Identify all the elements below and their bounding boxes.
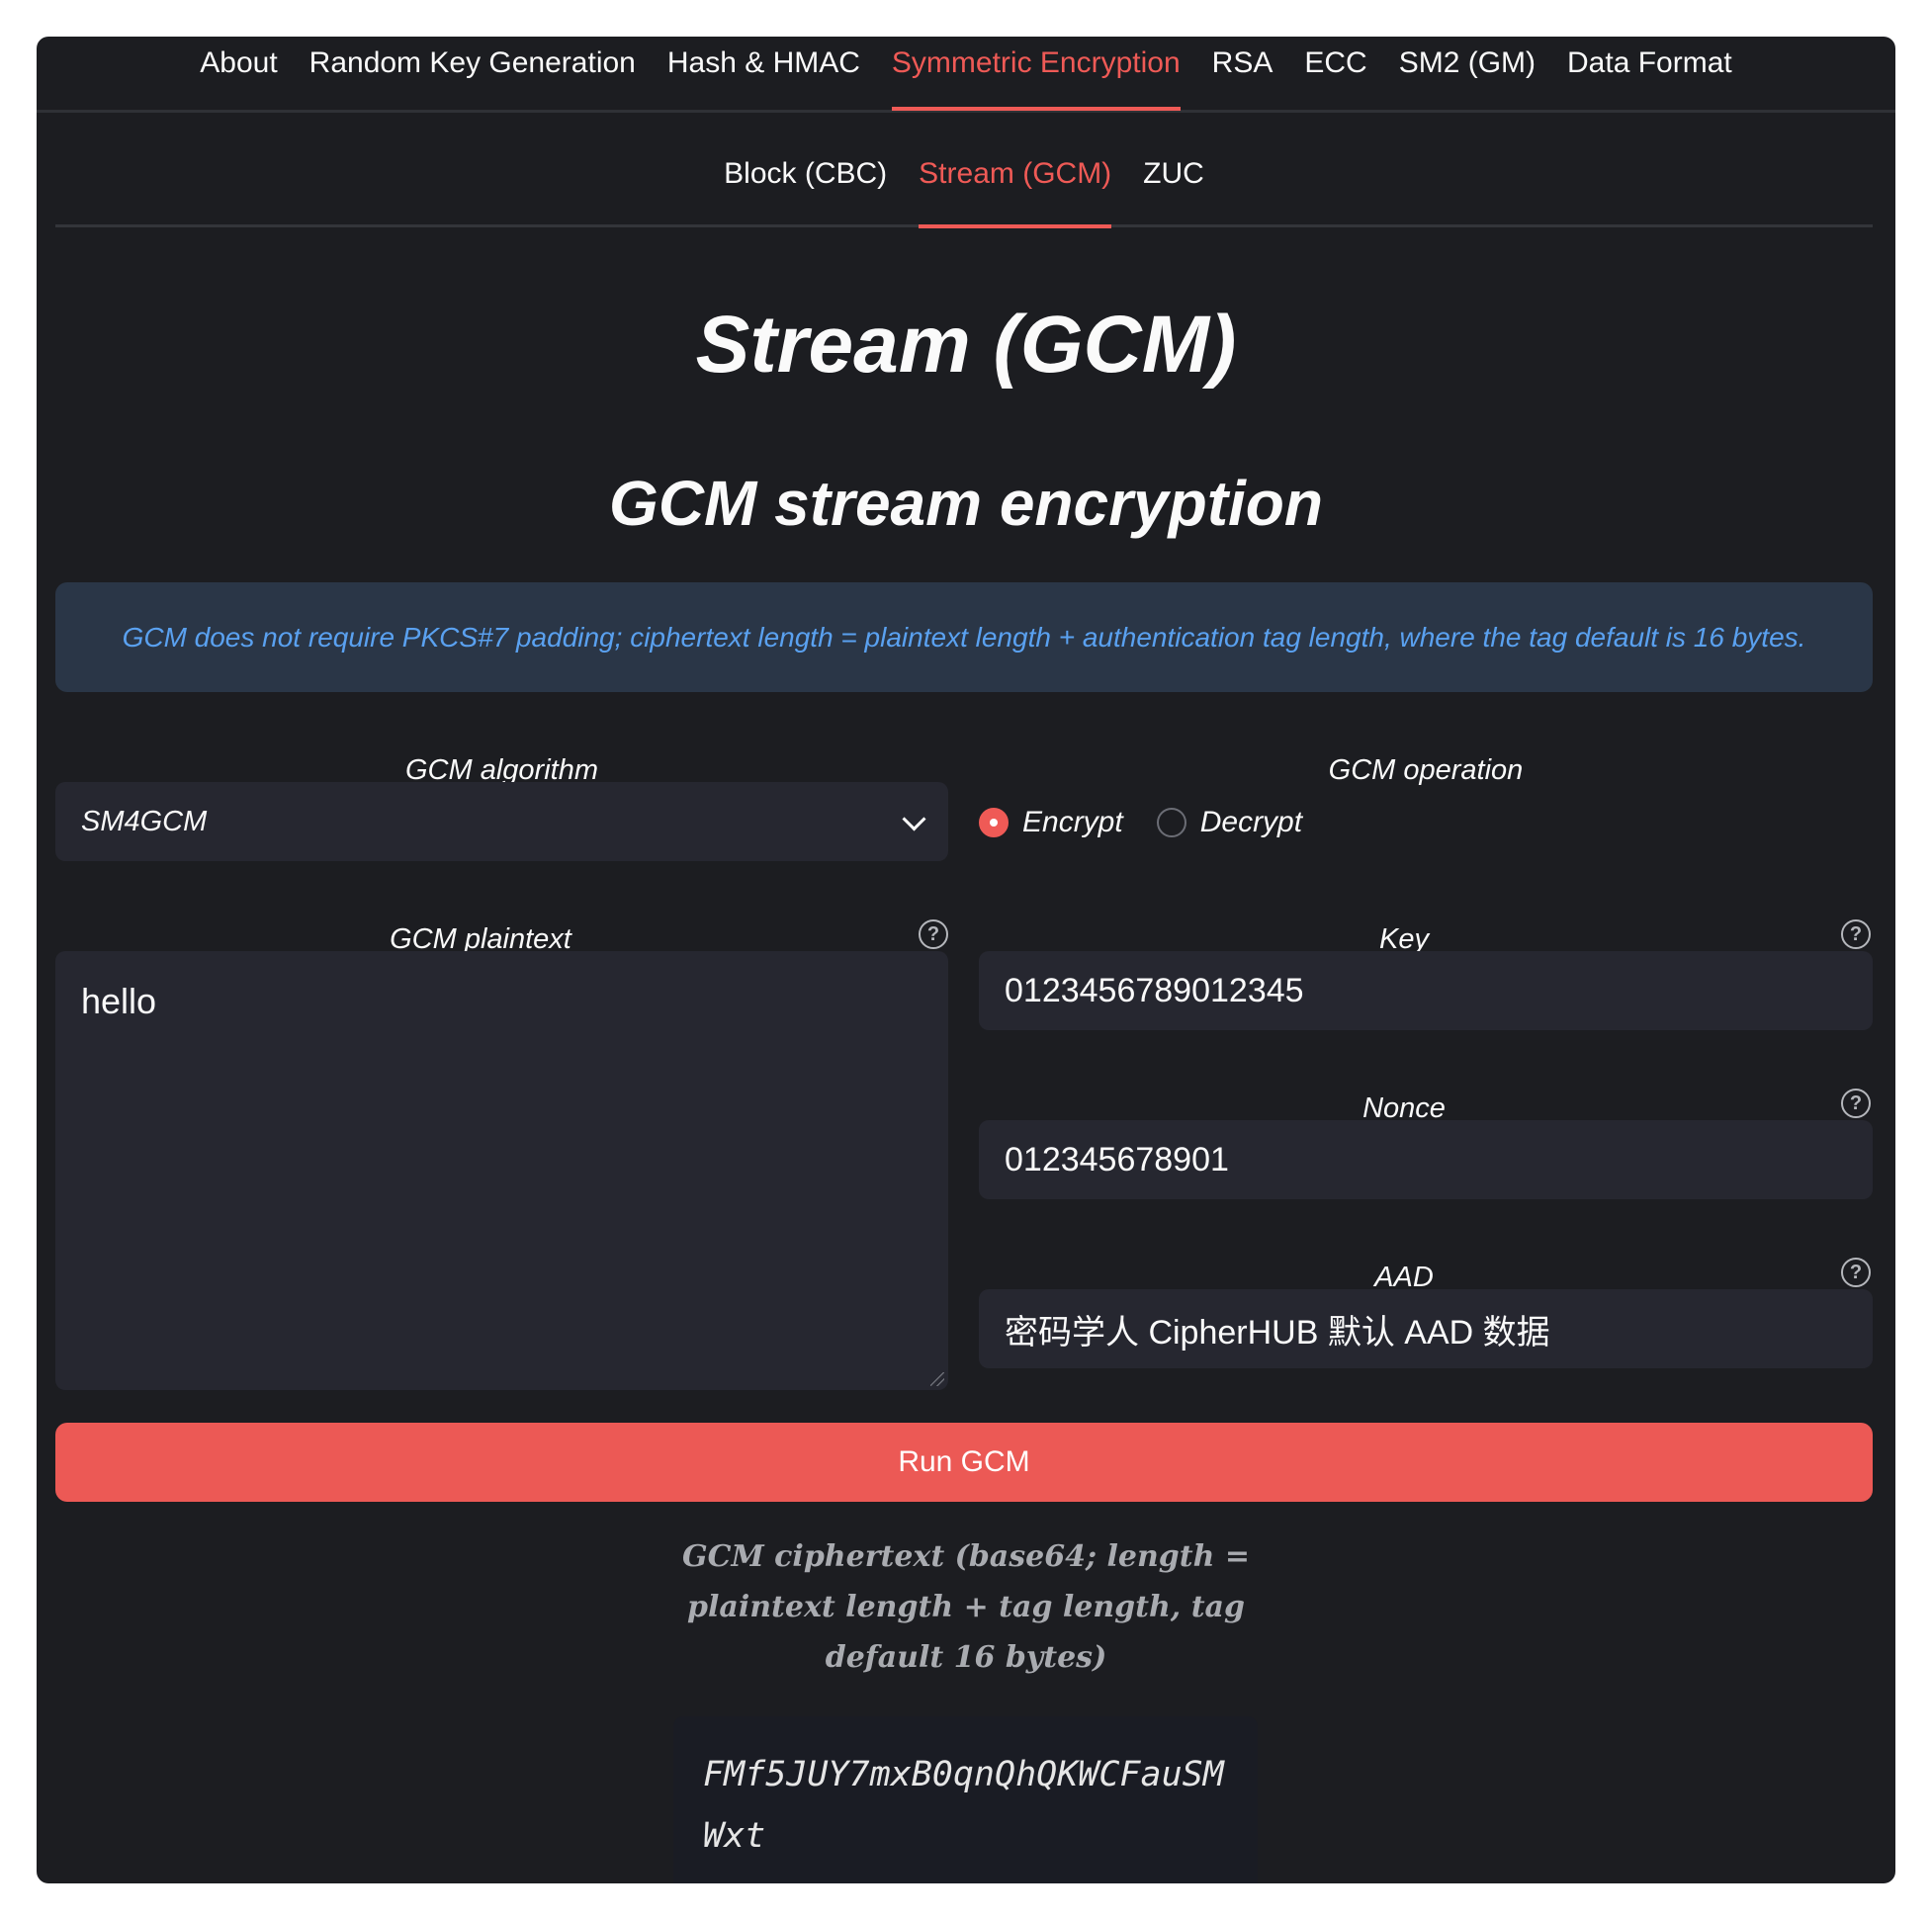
resize-handle-icon[interactable] [930, 1372, 944, 1386]
app-window: About Random Key Generation Hash & HMAC … [37, 37, 1895, 1883]
subtab-zuc[interactable]: ZUC [1143, 146, 1204, 224]
tab-ecc[interactable]: ECC [1304, 37, 1366, 97]
sub-navigation: Block (CBC) Stream (GCM) ZUC [55, 146, 1873, 228]
key-input[interactable]: 0123456789012345 [979, 951, 1873, 1030]
nonce-help-icon[interactable]: ? [1841, 1089, 1871, 1118]
algorithm-value: SM4GCM [81, 805, 208, 837]
subtab-block-cbc[interactable]: Block (CBC) [724, 146, 887, 224]
top-navigation: About Random Key Generation Hash & HMAC … [37, 37, 1895, 113]
key-help-icon[interactable]: ? [1841, 919, 1871, 949]
operation-label: GCM operation [1328, 754, 1524, 786]
plaintext-textarea[interactable]: hello [55, 951, 948, 1390]
aad-value: 密码学人 CipherHUB 默认 AAD 数据 [1005, 1313, 1550, 1352]
subtab-stream-gcm[interactable]: Stream (GCM) [919, 146, 1112, 228]
aad-help-icon[interactable]: ? [1841, 1258, 1871, 1287]
aad-input[interactable]: 密码学人 CipherHUB 默认 AAD 数据 [979, 1289, 1873, 1368]
tab-about[interactable]: About [200, 37, 277, 97]
radio-decrypt-indicator [1156, 808, 1186, 837]
section-heading: GCM stream encryption [609, 468, 1323, 539]
tab-symmetric-encryption[interactable]: Symmetric Encryption [891, 37, 1181, 111]
tab-sm2[interactable]: SM2 (GM) [1399, 37, 1536, 97]
radio-encrypt[interactable]: Encrypt [979, 806, 1123, 839]
tab-hash-hmac[interactable]: Hash & HMAC [667, 37, 860, 97]
plaintext-help-icon[interactable]: ? [919, 919, 948, 949]
info-text: GCM does not require PKCS#7 padding; cip… [122, 621, 1806, 653]
run-gcm-button[interactable]: Run GCM [55, 1423, 1873, 1502]
radio-decrypt-label: Decrypt [1199, 806, 1303, 838]
ciphertext-label: GCM ciphertext (base64; length = plainte… [682, 1539, 1250, 1675]
plaintext-value: hello [81, 981, 157, 1021]
tab-rsa[interactable]: RSA [1212, 37, 1273, 97]
page-title: Stream (GCM) [695, 300, 1237, 390]
tab-random-key-generation[interactable]: Random Key Generation [309, 37, 636, 97]
operation-radio-group: Encrypt Decrypt [979, 794, 1336, 851]
tab-data-format[interactable]: Data Format [1567, 37, 1732, 97]
algorithm-dropdown[interactable]: SM4GCM [55, 782, 948, 861]
nonce-value: 012345678901 [1005, 1140, 1229, 1178]
radio-encrypt-label: Encrypt [1022, 806, 1123, 838]
radio-encrypt-indicator [979, 808, 1009, 837]
radio-decrypt[interactable]: Decrypt [1156, 806, 1303, 839]
info-alert: GCM does not require PKCS#7 padding; cip… [55, 582, 1873, 692]
nonce-input[interactable]: 012345678901 [979, 1120, 1873, 1199]
key-value: 0123456789012345 [1005, 971, 1304, 1009]
chevron-down-icon [902, 807, 926, 831]
ciphertext-value: FMf5JUY7mxB0qnQhQKWCFauSMWxt [703, 1755, 1224, 1856]
ciphertext-output: FMf5JUY7mxB0qnQhQKWCFauSMWxt [673, 1716, 1258, 1883]
